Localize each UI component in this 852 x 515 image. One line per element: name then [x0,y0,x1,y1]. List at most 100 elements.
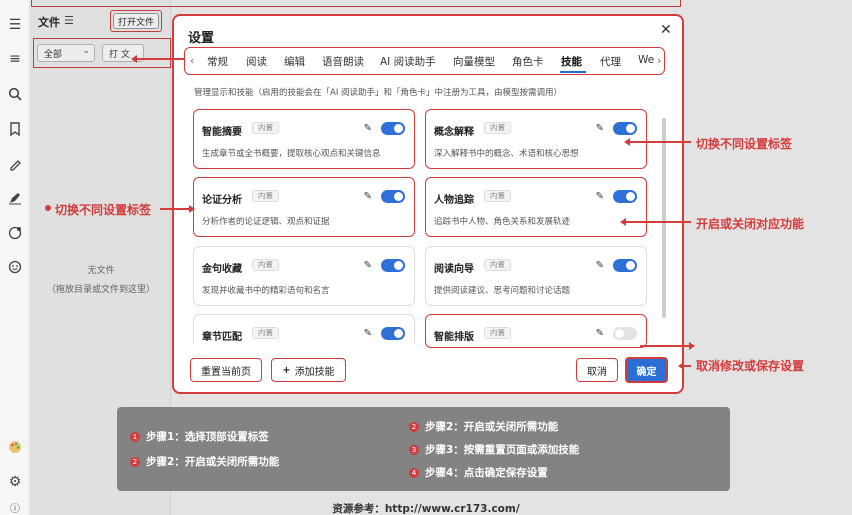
annotation-switch-tabs-left: 切换不同设置标签 [55,203,152,217]
skill-card: 概念解释 内置 ✎ 深入解释书中的概念、术语和核心思想 [425,109,647,169]
step-item: 2 步骤2：开启或关闭所需功能 [130,454,279,469]
skill-card: 人物追踪 内置 ✎ 追踪书中人物、角色关系和发展轨迹 [425,177,647,237]
skill-desc: 发现并收藏书中的精彩语句和名言 [202,286,330,296]
add-skill-label: 添加技能 [294,366,335,378]
skill-card: 智能排版 内置 ✎ [425,314,647,348]
highlighter-icon[interactable] [6,155,24,173]
arrow-line [629,141,691,143]
skill-toggle[interactable] [613,327,637,340]
step-text: 步骤2：开启或关闭所需功能 [146,456,280,468]
skill-name: 金句收藏 [202,264,242,275]
skill-name: 智能摘要 [202,127,242,138]
tab-agent[interactable]: 代理 [600,54,621,69]
arrow-head [689,342,695,350]
builtin-badge: 内置 [484,122,511,134]
skill-name: 智能排版 [434,332,474,343]
builtin-badge: 内置 [252,190,279,202]
step-item: 3 步骤3：按需重置页面或添加技能 [409,442,579,457]
edit-icon[interactable]: ✎ [596,328,604,339]
skill-desc: 生成章节或全书概要，提取核心观点和关键信息 [202,149,381,159]
confirm-button[interactable]: 确定 [625,357,668,383]
builtin-badge: 内置 [252,122,279,134]
dialog-title: 设置 [188,31,215,46]
builtin-badge: 内置 [252,259,279,271]
edit-icon[interactable]: ✎ [364,328,372,339]
skill-name: 人物追踪 [434,195,474,206]
plus-icon: + [282,364,291,376]
edit-icon[interactable]: ✎ [364,123,372,134]
arrow-line [136,58,184,60]
list-icon[interactable]: ≡ [6,50,24,68]
step-item: 2 步骤2：开启或关闭所需功能 [409,419,558,434]
arrow-line [160,208,190,210]
add-skill-button[interactable]: + 添加技能 [271,358,346,382]
arrow-line [640,345,690,347]
skill-name: 概念解释 [434,127,474,138]
tab-web[interactable]: We [638,54,654,66]
pen-icon[interactable] [6,189,24,207]
builtin-badge: 内置 [484,327,511,339]
builtin-badge: 内置 [484,190,511,202]
source-footer: 资源参考：http://www.cr173.com/ [332,503,520,515]
skill-card: 智能摘要 内置 ✎ 生成章节或全书概要，提取核心观点和关键信息 [193,109,415,169]
skill-toggle[interactable] [381,190,405,203]
chevron-right-icon[interactable]: › [657,54,661,67]
step-text: 步骤4：点击确定保存设置 [425,467,548,479]
ai-icon[interactable] [6,224,24,242]
tab-general[interactable]: 常规 [207,54,228,69]
skill-desc: 提供阅读建议、思考问题和讨论话题 [434,286,571,296]
step-number: 1 [130,432,140,442]
skill-desc: 分析作者的论证逻辑、观点和证据 [202,217,330,227]
step-text: 步骤3：按需重置页面或添加技能 [425,444,580,456]
edit-icon[interactable]: ✎ [364,260,372,271]
skill-toggle[interactable] [613,190,637,203]
tab-ai-assistant[interactable]: AI 阅读助手 [380,54,436,69]
arrow-line [625,221,691,223]
bookmark-icon[interactable] [6,120,24,138]
menu-icon[interactable]: ☰ [6,16,24,34]
step-text: 步骤1：选择顶部设置标签 [146,431,269,443]
cancel-button[interactable]: 取消 [576,358,618,382]
edit-icon[interactable]: ✎ [596,260,604,271]
step-number: 3 [409,445,419,455]
annotation-toggle-feature: 开启或关闭对应功能 [696,217,805,231]
edit-icon[interactable]: ✎ [596,123,604,134]
active-tab-underline [560,71,586,73]
step-text: 步骤2：开启或关闭所需功能 [425,421,559,433]
skills-description: 管理显示和技能（启用的技能会在「AI 阅读助手」和「角色卡」中注册为工具，由模型… [194,88,563,98]
edit-icon[interactable]: ✎ [596,191,604,202]
skill-toggle[interactable] [381,327,405,340]
skill-card: 金句收藏 内置 ✎ 发现并收藏书中的精彩语句和名言 [193,246,415,306]
tab-skills[interactable]: 技能 [561,54,582,69]
skill-name: 阅读向导 [434,264,474,275]
skill-toggle[interactable] [613,259,637,272]
skill-toggle[interactable] [381,259,405,272]
tab-reading[interactable]: 阅读 [246,54,267,69]
chevron-left-icon[interactable]: ‹ [190,54,194,67]
icon-sidebar: ☰ ≡ ⚙ ⓘ [0,0,30,515]
arrow-head [189,205,195,213]
edit-icon[interactable]: ✎ [364,191,372,202]
tab-vector-model[interactable]: 向量模型 [453,54,495,69]
annotation-switch-tabs-right: 切换不同设置标签 [696,137,793,151]
gear-icon[interactable]: ⚙ [6,473,24,491]
tab-role-card[interactable]: 角色卡 [512,54,544,69]
skill-desc: 追踪书中人物、角色关系和发展轨迹 [434,217,571,227]
search-icon[interactable] [6,85,24,103]
annotation-cancel-or-save: 取消修改或保存设置 [696,359,805,373]
step-item: 1 步骤1：选择顶部设置标签 [130,429,269,444]
close-icon[interactable]: ✕ [660,22,672,38]
skill-toggle[interactable] [381,122,405,135]
tab-tts[interactable]: 语音朗读 [322,54,364,69]
step-item: 4 步骤4：点击确定保存设置 [409,465,548,480]
skill-name: 章节匹配 [202,332,242,343]
palette-icon[interactable] [6,438,24,456]
builtin-badge: 内置 [252,327,279,339]
skill-toggle[interactable] [613,122,637,135]
builtin-badge: 内置 [484,259,511,271]
emoji-icon[interactable] [6,258,24,276]
tab-edit[interactable]: 编辑 [284,54,305,69]
scrollbar[interactable] [662,118,666,318]
reset-page-button[interactable]: 重置当前页 [190,358,262,382]
step-number: 2 [409,422,419,432]
